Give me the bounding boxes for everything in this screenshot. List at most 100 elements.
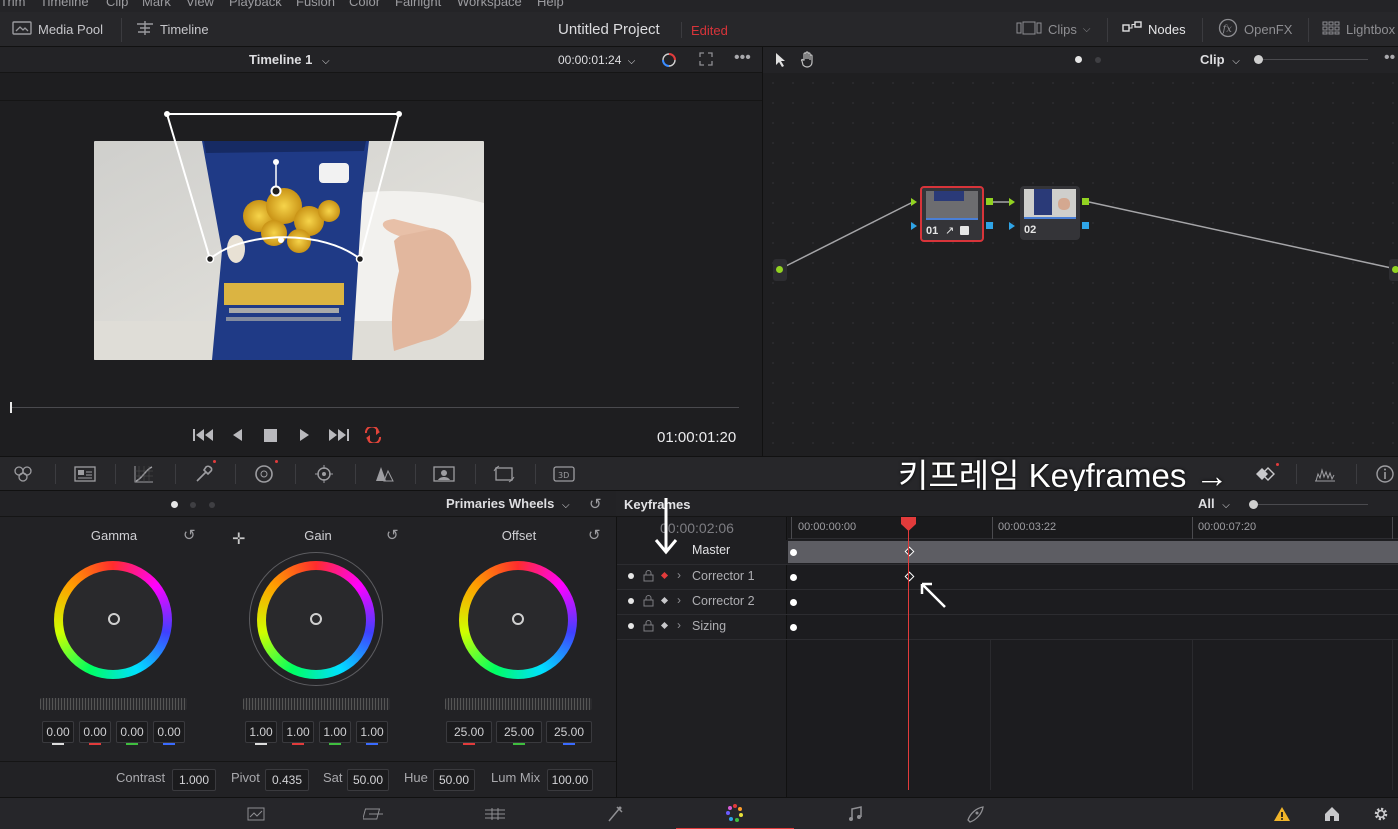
media-pool-button[interactable]: Media Pool (12, 12, 103, 47)
enable-dot[interactable] (628, 573, 634, 579)
node-01-input[interactable] (911, 198, 917, 206)
kf-start-dot[interactable] (790, 624, 797, 631)
color-page-icon[interactable] (676, 798, 794, 829)
gamma-value-y[interactable]: 0.00 (42, 721, 74, 743)
node-graph[interactable]: 01 ↗ 02 (763, 73, 1398, 456)
openfx-button[interactable]: fx OpenFX (1218, 12, 1292, 47)
kf-start-dot[interactable] (790, 599, 797, 606)
menu-trim[interactable]: Trim (0, 0, 26, 9)
node-02[interactable]: 02 (1020, 186, 1080, 240)
kf-zoom-slider[interactable] (1258, 504, 1368, 505)
node-02-key-input[interactable] (1009, 222, 1015, 230)
timecode-selector[interactable]: 00:00:01:24 ⌵ (558, 53, 635, 67)
menu-help[interactable]: Help (537, 0, 564, 9)
gamma-wheel-handle[interactable] (108, 613, 120, 625)
output-node[interactable] (1389, 259, 1398, 281)
keyframes-filter[interactable]: All ⌵ (1198, 496, 1230, 511)
menu-color[interactable]: Color (349, 0, 380, 9)
gamma-master-slider[interactable] (40, 698, 187, 710)
menu-workspace[interactable]: Workspace (457, 0, 522, 9)
gamma-value-g[interactable]: 0.00 (116, 721, 148, 743)
gamma-value-r[interactable]: 0.00 (79, 721, 111, 743)
qualifier-eyedropper-icon[interactable] (191, 460, 217, 486)
power-window-shape[interactable] (94, 100, 424, 270)
lock-icon[interactable] (643, 569, 654, 585)
gain-reset-icon[interactable]: ↺ (386, 526, 399, 544)
deliver-page-icon[interactable] (916, 798, 1034, 829)
edit-page-icon[interactable] (436, 798, 554, 829)
kf-row-sizing[interactable]: › Sizing (617, 615, 1398, 640)
node-02-output[interactable] (1082, 198, 1089, 205)
menu-timeline[interactable]: Timeline (40, 0, 89, 9)
pivot-field[interactable]: 0.435 (265, 769, 309, 791)
pointer-icon[interactable] (774, 52, 788, 71)
media-page-icon[interactable] (197, 798, 315, 829)
sizing-icon[interactable] (491, 462, 517, 486)
kf-keyframe[interactable] (904, 571, 915, 582)
node-01-key-output[interactable] (986, 222, 993, 229)
gain-wheel-handle[interactable] (310, 613, 322, 625)
page-dot[interactable] (1095, 57, 1101, 63)
kf-row-corrector-1[interactable]: › Corrector 1 (617, 565, 1398, 590)
gain-value-g[interactable]: 1.00 (319, 721, 351, 743)
skip-end-icon[interactable] (328, 428, 350, 445)
more-options-icon[interactable]: ••• (734, 49, 751, 67)
scrub-handle[interactable] (10, 402, 12, 413)
kf-playhead[interactable] (900, 516, 917, 535)
timeline-selector[interactable]: Timeline 1 ⌵ (249, 52, 330, 67)
offset-value-g[interactable]: 25.00 (496, 721, 542, 743)
lum-mix-field[interactable]: 100.00 (547, 769, 593, 791)
sat-field[interactable]: 50.00 (347, 769, 389, 791)
offset-value-b[interactable]: 25.00 (546, 721, 592, 743)
node-02-key-output[interactable] (1082, 222, 1089, 229)
menu-view[interactable]: View (186, 0, 214, 9)
clips-button[interactable]: Clips ⌵ (1016, 12, 1091, 47)
keyframe-mode-icon[interactable] (660, 596, 669, 605)
hand-icon[interactable] (800, 51, 816, 71)
scrub-bar[interactable] (10, 407, 739, 408)
menu-clip[interactable]: Clip (106, 0, 128, 9)
enable-dot[interactable] (628, 598, 634, 604)
key-icon[interactable] (431, 462, 457, 486)
skip-start-icon[interactable] (192, 428, 214, 445)
menu-fusion[interactable]: Fusion (296, 0, 335, 9)
fairlight-page-icon[interactable] (796, 798, 914, 829)
node-02-input[interactable] (1009, 198, 1015, 206)
kf-ruler[interactable]: 00:00:00:00 00:00:03:22 00:00:07:20 (788, 517, 1398, 539)
nodes-button[interactable]: Nodes (1122, 12, 1186, 47)
kf-start-dot[interactable] (790, 574, 797, 581)
timeline-button[interactable]: Timeline (136, 12, 209, 47)
play-reverse-icon[interactable] (231, 428, 243, 445)
blur-icon[interactable] (371, 462, 397, 486)
node-01-output[interactable] (986, 198, 993, 205)
window-icon[interactable] (251, 460, 278, 486)
gain-master-slider[interactable] (243, 698, 390, 710)
color-match-icon[interactable] (72, 462, 98, 486)
lightbox-button[interactable]: Lightbox (1322, 12, 1395, 47)
menu-fairlight[interactable]: Fairlight (395, 0, 441, 9)
info-icon[interactable] (1372, 462, 1398, 486)
lock-icon[interactable] (643, 619, 654, 635)
loop-icon[interactable] (362, 425, 384, 446)
camera-raw-icon[interactable] (11, 462, 37, 486)
scopes-icon[interactable] (1312, 462, 1338, 486)
gamma-reset-icon[interactable]: ↺ (183, 526, 196, 544)
more-options-icon[interactable]: •• (1384, 49, 1395, 67)
keyframe-mode-icon[interactable] (660, 621, 669, 630)
offset-master-slider[interactable] (445, 698, 592, 710)
gain-value-b[interactable]: 1.00 (356, 721, 388, 743)
keyframes-panel-icon[interactable] (1250, 462, 1280, 489)
node-01-key-input[interactable] (911, 222, 917, 230)
page-dot-active[interactable] (1075, 56, 1082, 63)
3d-icon[interactable]: 3D (551, 462, 577, 486)
node-mode-selector[interactable]: Clip ⌵ (1200, 52, 1240, 67)
offset-value-r[interactable]: 25.00 (446, 721, 492, 743)
cut-page-icon[interactable] (316, 798, 434, 829)
reset-icon[interactable]: ↺ (589, 495, 602, 513)
color-picker-icon[interactable] (660, 51, 678, 72)
offset-reset-icon[interactable]: ↺ (588, 526, 601, 544)
gain-value-y[interactable]: 1.00 (245, 721, 277, 743)
offset-wheel-handle[interactable] (512, 613, 524, 625)
wheels-mode-selector[interactable]: Primaries Wheels ⌵ (446, 496, 570, 511)
source-input-node[interactable] (773, 259, 787, 281)
